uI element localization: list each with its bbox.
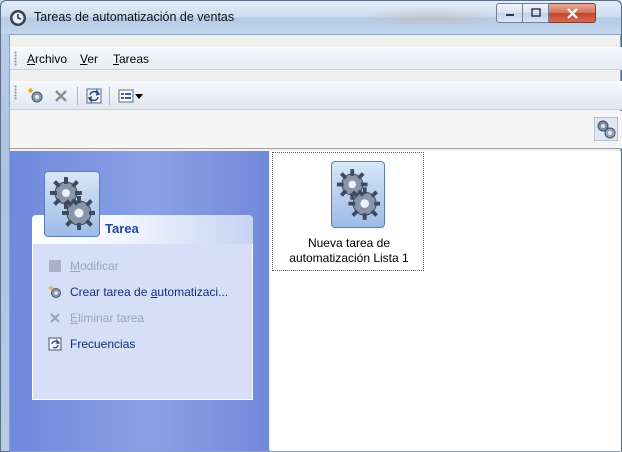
minimize-button[interactable] bbox=[496, 3, 523, 23]
new-task-icon bbox=[28, 88, 43, 103]
delete-icon bbox=[48, 311, 62, 325]
task-pane: Tarea Modificar Crear tarea de automatiz… bbox=[10, 151, 269, 451]
menu-ver[interactable]: Ver bbox=[80, 52, 98, 66]
frequency-icon bbox=[48, 337, 62, 351]
task-crear[interactable]: Crear tarea de automatizaci... bbox=[48, 285, 228, 299]
gears-icon bbox=[336, 168, 380, 220]
menu-archivo-label: rchivo bbox=[35, 52, 68, 66]
title-glow bbox=[361, 7, 501, 27]
edit-icon bbox=[48, 259, 62, 273]
task-modificar[interactable]: Modificar bbox=[48, 259, 119, 273]
list-item[interactable]: Nueva tarea de automatización Lista 1 bbox=[272, 152, 424, 271]
header-bar bbox=[10, 111, 622, 149]
window-controls bbox=[496, 3, 596, 23]
new-task-button[interactable] bbox=[27, 87, 45, 105]
task-crear-label: Crear tarea de automatizaci... bbox=[70, 285, 229, 299]
item-icon-frame bbox=[331, 161, 385, 228]
dropdown-arrow-icon bbox=[135, 93, 143, 99]
delete-icon bbox=[55, 90, 67, 102]
task-panel-body: Modificar Crear tarea de automatizaci...… bbox=[32, 244, 253, 400]
task-frecuencias-label: Frecuencias bbox=[70, 337, 136, 351]
menu-archivo-accel: A bbox=[27, 52, 36, 66]
clock-gear-icon bbox=[10, 10, 26, 26]
menu-tareas[interactable]: Tareas bbox=[113, 52, 149, 66]
toolbar-separator-2 bbox=[109, 87, 110, 105]
task-panel-title: Tarea bbox=[105, 221, 139, 236]
menu-bar: Archivo Ver Tareas bbox=[10, 47, 622, 70]
gears-icon[interactable] bbox=[594, 117, 618, 141]
task-modificar-label: Modificar bbox=[70, 259, 119, 273]
menu-ver-label: er bbox=[87, 52, 99, 66]
menu-archivo[interactable]: Archivo bbox=[27, 52, 67, 66]
window-title: Tareas de automatización de ventas bbox=[34, 10, 235, 24]
toolbar-grip bbox=[14, 85, 17, 100]
title-bar[interactable]: Tareas de automatización de ventas bbox=[1, 1, 621, 34]
maximize-button[interactable] bbox=[523, 3, 549, 23]
minimize-icon bbox=[505, 14, 514, 16]
app-window: Tareas de automatización de ventas Archi… bbox=[0, 0, 622, 452]
item-label: Nueva tarea de automatización Lista 1 bbox=[273, 236, 425, 266]
close-button[interactable] bbox=[549, 3, 596, 23]
toolbar-separator bbox=[77, 87, 78, 105]
delete-button[interactable] bbox=[52, 87, 70, 105]
gears-icon bbox=[50, 177, 95, 230]
task-eliminar[interactable]: Eliminar tarea bbox=[48, 311, 144, 325]
client-area: Archivo Ver Tareas Tarea Modificar Crear… bbox=[9, 34, 622, 452]
menu-tareas-label: areas bbox=[119, 52, 150, 66]
content-area: Nueva tarea de automatización Lista 1 bbox=[270, 151, 621, 451]
item-label-line2: automatización Lista 1 bbox=[289, 251, 409, 265]
toolbar bbox=[10, 81, 622, 110]
maximize-icon bbox=[530, 8, 541, 17]
view-button[interactable] bbox=[117, 87, 135, 105]
menu-grip bbox=[14, 51, 17, 66]
new-task-icon bbox=[48, 285, 62, 299]
item-label-line1: Nueva tarea de bbox=[307, 236, 391, 250]
view-icon bbox=[118, 89, 134, 103]
task-frecuencias[interactable]: Frecuencias bbox=[48, 337, 135, 351]
refresh-button[interactable] bbox=[85, 87, 103, 105]
view-dropdown-button[interactable] bbox=[134, 87, 144, 105]
close-icon bbox=[566, 7, 578, 19]
refresh-icon bbox=[86, 88, 102, 104]
task-big-icon-frame bbox=[44, 171, 100, 237]
task-eliminar-label: Eliminar tarea bbox=[70, 311, 145, 325]
